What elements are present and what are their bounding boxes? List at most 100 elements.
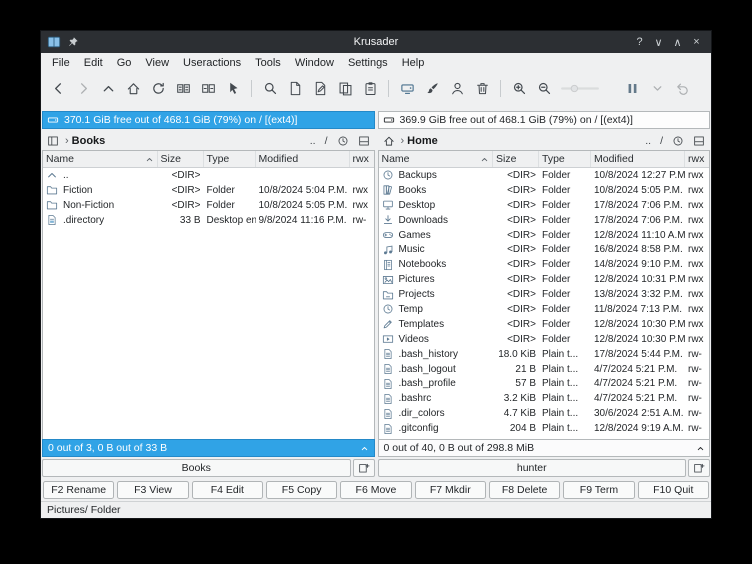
right-media-info-bar[interactable]: 369.9 GiB free out of 468.1 GiB (79%) on… (377, 111, 710, 129)
toolbar-button-compare-directories[interactable] (171, 76, 195, 100)
file-row-notebooks[interactable]: Notebooks <DIR> Folder 14/8/2024 9:10 P.… (379, 257, 710, 272)
toolbar-button-sync-directories[interactable] (196, 76, 220, 100)
file-row-directory[interactable]: .directory 33 B Desktop en... 9/8/2024 1… (43, 213, 374, 228)
fn-button-f7-mkdir[interactable]: F7 Mkdir (414, 481, 486, 499)
file-row-pictures[interactable]: Pictures <DIR> Folder 12/8/2024 10:31 P.… (379, 272, 710, 287)
help-button[interactable]: ? (631, 33, 648, 51)
fn-button-f2-rename[interactable]: F2 Rename (43, 481, 115, 499)
new-tab-button[interactable] (352, 459, 375, 477)
file-row-bash-history[interactable]: .bash_history 18.0 KiB Plain t... 17/8/2… (379, 347, 710, 362)
file-row-videos[interactable]: Videos <DIR> Folder 12/8/2024 10:30 P.M.… (379, 332, 710, 347)
file-row-games[interactable]: Games <DIR> Folder 12/8/2024 11:10 A.M. … (379, 228, 710, 243)
home-button[interactable] (380, 132, 398, 149)
toolbar-button-search[interactable] (258, 76, 282, 100)
file-row-bashrc[interactable]: .bashrc 3.2 KiB Plain t... 4/7/2024 5:21… (379, 391, 710, 406)
toolbar-button-undo[interactable] (670, 76, 694, 100)
toolbar-button-trash[interactable] (470, 76, 494, 100)
toolbar-button-back[interactable] (46, 76, 70, 100)
status-expand-button[interactable] (356, 440, 374, 456)
file-row-backups[interactable]: Backups <DIR> Folder 10/8/2024 12:27 P.M… (379, 168, 710, 183)
toolbar-button-chevron-down[interactable] (645, 76, 669, 100)
places-button[interactable] (44, 132, 62, 149)
tab-books[interactable]: Books (42, 459, 351, 477)
toolbar-button-user[interactable] (445, 76, 469, 100)
toolbar-button-paste[interactable] (358, 76, 382, 100)
toolbar-button-view-file[interactable] (283, 76, 307, 100)
toolbar-button-copy[interactable] (333, 76, 357, 100)
file-row-non-fiction[interactable]: Non-Fiction <DIR> Folder 10/8/2024 5:05 … (43, 198, 374, 213)
column-header-type[interactable]: Type (539, 151, 591, 167)
fn-button-f8-delete[interactable]: F8 Delete (488, 481, 561, 499)
breadcrumb-path[interactable]: Home (407, 135, 438, 147)
toolbar-button-edit-file[interactable] (308, 76, 332, 100)
left-media-info-bar[interactable]: 370.1 GiB free out of 468.1 GiB (79%) on… (42, 111, 375, 129)
breadcrumb-path[interactable]: Books (72, 135, 106, 147)
tab-hunter[interactable]: hunter (377, 459, 686, 477)
toolbar-button-up[interactable] (96, 76, 120, 100)
fn-button-f10-quit[interactable]: F10 Quit (637, 481, 709, 499)
file-row-downloads[interactable]: Downloads <DIR> Folder 17/8/2024 7:06 P.… (379, 213, 710, 228)
minimize-button[interactable]: ∨ (650, 33, 667, 51)
file-row-music[interactable]: Music <DIR> Folder 16/8/2024 8:58 P.M. r… (379, 242, 710, 257)
history-button[interactable] (669, 132, 687, 149)
titlebar[interactable]: Krusader ? ∨ ∧ × (41, 31, 711, 53)
column-header-rwx[interactable]: rwx (350, 151, 374, 167)
file-row-templates[interactable]: Templates <DIR> Folder 12/8/2024 10:30 P… (379, 317, 710, 332)
fn-button-f9-term[interactable]: F9 Term (563, 481, 635, 499)
file-row-books[interactable]: Books <DIR> Folder 10/8/2024 5:05 P.M. r… (379, 183, 710, 198)
toolbar-button-home[interactable] (121, 76, 145, 100)
maximize-button[interactable]: ∧ (669, 33, 686, 51)
column-header-type[interactable]: Type (204, 151, 256, 167)
toolbar-button-brush[interactable] (420, 76, 444, 100)
toolbar-button-refresh[interactable] (146, 76, 170, 100)
fn-button-f6-move[interactable]: F6 Move (340, 481, 412, 499)
toolbar-button-forward[interactable] (71, 76, 95, 100)
column-header-name[interactable]: Name (43, 151, 158, 167)
pin-icon[interactable] (67, 36, 79, 48)
root-button[interactable]: / (322, 132, 331, 149)
menu-item-go[interactable]: Go (110, 54, 139, 72)
close-button[interactable]: × (688, 33, 705, 51)
column-header-size[interactable]: Size (493, 151, 539, 167)
fn-button-f5-copy[interactable]: F5 Copy (265, 481, 338, 499)
file-row-item[interactable]: .. <DIR> (43, 168, 374, 183)
column-header-modified[interactable]: Modified (591, 151, 685, 167)
file-row-bash-logout[interactable]: .bash_logout 21 B Plain t... 4/7/2024 5:… (379, 362, 710, 377)
status-expand-button[interactable] (691, 440, 709, 456)
dir-up-button[interactable]: .. (642, 132, 654, 149)
menu-item-tools[interactable]: Tools (248, 54, 288, 72)
file-row-temp[interactable]: Temp <DIR> Folder 11/8/2024 7:13 P.M. rw… (379, 302, 710, 317)
column-header-rwx[interactable]: rwx (685, 151, 709, 167)
popup-panel-button[interactable] (690, 132, 708, 149)
popup-panel-button[interactable] (355, 132, 373, 149)
app-icon[interactable] (47, 35, 61, 49)
menu-item-window[interactable]: Window (288, 54, 341, 72)
toolbar-button-zoom-out[interactable] (532, 76, 556, 100)
menu-item-help[interactable]: Help (395, 54, 432, 72)
fn-button-f4-edit[interactable]: F4 Edit (191, 481, 263, 499)
menu-item-file[interactable]: File (45, 54, 77, 72)
menu-item-settings[interactable]: Settings (341, 54, 395, 72)
root-button[interactable]: / (657, 132, 666, 149)
toolbar-button-zoom-in[interactable] (507, 76, 531, 100)
column-header-name[interactable]: Name (379, 151, 493, 167)
file-row-dir-colors[interactable]: .dir_colors 4.7 KiB Plain t... 30/6/2024… (379, 406, 710, 421)
toolbar-button-slider[interactable] (557, 76, 603, 100)
new-tab-button[interactable] (688, 459, 710, 477)
dir-up-button[interactable]: .. (307, 132, 319, 149)
file-row-desktop[interactable]: Desktop <DIR> Folder 17/8/2024 7:06 P.M.… (379, 198, 710, 213)
toolbar-button-pause[interactable] (620, 76, 644, 100)
menu-item-useractions[interactable]: Useractions (176, 54, 248, 72)
file-row-bash-profile[interactable]: .bash_profile 57 B Plain t... 4/7/2024 5… (379, 376, 710, 391)
column-header-size[interactable]: Size (158, 151, 204, 167)
menu-item-edit[interactable]: Edit (77, 54, 110, 72)
file-row-projects[interactable]: Projects <DIR> Folder 13/8/2024 3:32 P.M… (379, 287, 710, 302)
history-button[interactable] (334, 132, 352, 149)
menu-item-view[interactable]: View (138, 54, 176, 72)
file-row-gitconfig[interactable]: .gitconfig 204 B Plain t... 12/8/2024 9:… (379, 421, 710, 436)
toolbar-button-pointer[interactable] (221, 76, 245, 100)
toolbar-button-device-menu[interactable] (395, 76, 419, 100)
file-row-fiction[interactable]: Fiction <DIR> Folder 10/8/2024 5:04 P.M.… (43, 183, 374, 198)
column-header-modified[interactable]: Modified (256, 151, 350, 167)
fn-button-f3-view[interactable]: F3 View (117, 481, 189, 499)
